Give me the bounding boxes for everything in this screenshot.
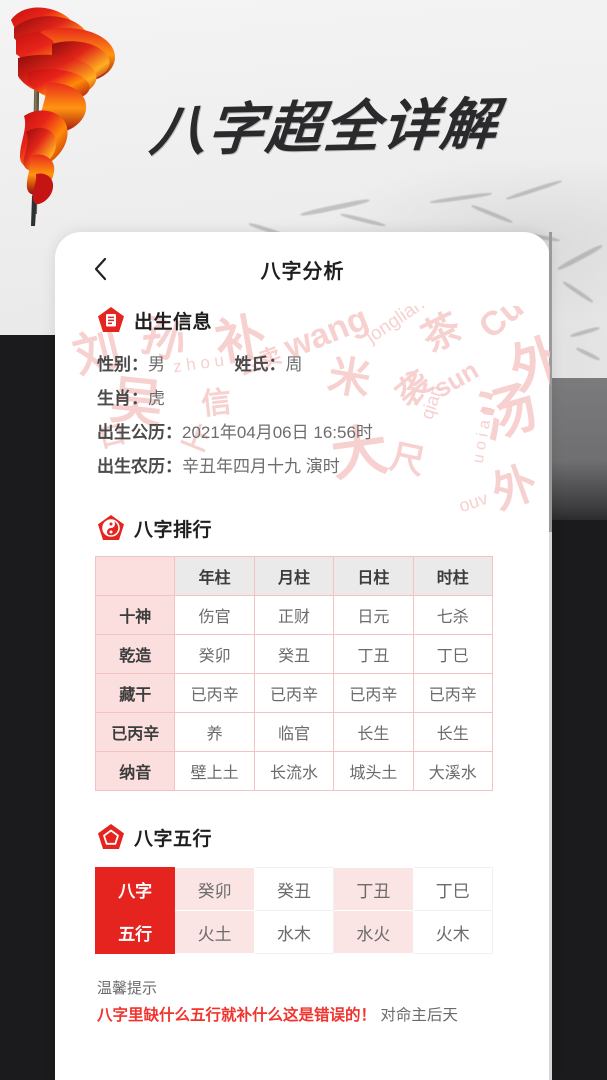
detail-card: 八字分析 刘 孙 补 wang jonglian 茶 Cu 外 z h o u … bbox=[55, 232, 550, 1080]
info-value-solar-date: 2021年04月06日 16:56时 bbox=[182, 423, 373, 442]
table-row-header: 已丙辛 bbox=[94, 712, 176, 752]
section-title: 八字五行 bbox=[134, 828, 213, 850]
info-row: 性别：男 姓氏：周 bbox=[97, 348, 550, 382]
tips-body: 八字里缺什么五行就补什么这是错误的！ 对命主后天 bbox=[97, 1002, 550, 1030]
chevron-left-icon bbox=[94, 257, 106, 281]
table-cell: 七杀 bbox=[412, 595, 494, 635]
table-cell: 长流水 bbox=[253, 751, 335, 791]
table-cell: 伤官 bbox=[174, 595, 255, 635]
info-row: 生肖：虎 bbox=[97, 382, 550, 416]
section-header-birth-info: 出生信息 bbox=[97, 306, 550, 334]
table-cell: 城头土 bbox=[333, 751, 414, 791]
table-cell: 丁丑 bbox=[333, 634, 414, 674]
table-cell: 水火 bbox=[333, 910, 414, 954]
table-cell: 癸卯 bbox=[174, 634, 255, 674]
info-row: 出生农历：辛丑年四月十九 演时 bbox=[97, 450, 550, 484]
table-cell: 大溪水 bbox=[412, 751, 494, 791]
table-row-header: 乾造 bbox=[94, 634, 176, 674]
table-row: 五行 火土 水木 水火 火木 bbox=[94, 910, 494, 954]
document-list-icon bbox=[97, 306, 125, 334]
table-cell: 长生 bbox=[412, 712, 494, 752]
table-col-header: 年柱 bbox=[174, 556, 255, 596]
table-cell: 已丙辛 bbox=[174, 673, 255, 713]
table-header-row: 年柱 月柱 日柱 时柱 bbox=[94, 556, 494, 596]
table-cell: 长生 bbox=[333, 712, 414, 752]
section-header-paipan: 八字排行 bbox=[97, 514, 550, 542]
table-cell: 水木 bbox=[253, 910, 335, 954]
info-label-solar-date: 出生公历： bbox=[97, 423, 182, 442]
table-col-header: 时柱 bbox=[412, 556, 494, 596]
table-cell: 正财 bbox=[253, 595, 335, 635]
info-label-gender: 性别： bbox=[97, 355, 148, 374]
table-row: 十神 伤官 正财 日元 七杀 bbox=[94, 595, 494, 635]
table-row-header: 五行 bbox=[94, 910, 176, 954]
table-cell: 癸卯 bbox=[174, 867, 255, 911]
card-body: 出生信息 性别：男 姓氏：周 生肖：虎 出生公历：2021年04月06日 16:… bbox=[55, 306, 550, 1030]
table-corner-cell bbox=[94, 556, 176, 596]
yinyang-icon bbox=[97, 514, 125, 542]
table-row: 乾造 癸卯 癸丑 丁丑 丁巳 bbox=[94, 634, 494, 674]
table-cell: 火土 bbox=[174, 910, 255, 954]
table-cell: 丁丑 bbox=[333, 867, 414, 911]
table-row: 纳音 壁上土 长流水 城头土 大溪水 bbox=[94, 751, 494, 791]
table-cell: 壁上土 bbox=[174, 751, 255, 791]
table-col-header: 日柱 bbox=[333, 556, 414, 596]
info-label-lunar-date: 出生农历： bbox=[97, 457, 182, 476]
info-value-surname: 周 bbox=[285, 355, 303, 374]
info-value-lunar-date: 辛丑年四月十九 演时 bbox=[182, 457, 340, 476]
navigation-bar: 八字分析 bbox=[55, 232, 550, 306]
info-label-surname: 姓氏： bbox=[234, 355, 286, 374]
table-cell: 丁巳 bbox=[412, 634, 494, 674]
table-cell: 已丙辛 bbox=[253, 673, 335, 713]
table-row: 藏干 已丙辛 已丙辛 已丙辛 已丙辛 bbox=[94, 673, 494, 713]
info-value-gender: 男 bbox=[148, 355, 165, 374]
info-row: 出生公历：2021年04月06日 16:56时 bbox=[97, 416, 550, 450]
table-row-header: 纳音 bbox=[94, 751, 176, 791]
paipan-table-wrap: 年柱 月柱 日柱 时柱 十神 伤官 正财 日元 七杀 乾造 癸卯 癸丑 丁丑 丁… bbox=[94, 556, 550, 791]
info-label-zodiac: 生肖： bbox=[97, 389, 148, 408]
table-cell: 丁巳 bbox=[412, 867, 494, 911]
table-cell: 临官 bbox=[253, 712, 335, 752]
table-row: 已丙辛 养 临官 长生 长生 bbox=[94, 712, 494, 752]
tips-block: 温馨提示 八字里缺什么五行就补什么这是错误的！ 对命主后天 bbox=[97, 976, 550, 1030]
birth-info-block: 性别：男 姓氏：周 生肖：虎 出生公历：2021年04月06日 16:56时 出… bbox=[97, 348, 550, 484]
table-cell: 癸丑 bbox=[253, 867, 335, 911]
paipan-table: 年柱 月柱 日柱 时柱 十神 伤官 正财 日元 七杀 乾造 癸卯 癸丑 丁丑 丁… bbox=[94, 556, 494, 791]
section-title: 八字排行 bbox=[134, 519, 213, 541]
table-cell: 火木 bbox=[412, 910, 494, 954]
back-button[interactable] bbox=[87, 256, 113, 282]
tips-warning-text: 八字里缺什么五行就补什么这是错误的！ bbox=[97, 1007, 377, 1024]
info-value-zodiac: 虎 bbox=[148, 389, 165, 408]
table-cell: 已丙辛 bbox=[412, 673, 494, 713]
table-cell: 日元 bbox=[333, 595, 414, 635]
tips-title: 温馨提示 bbox=[97, 980, 158, 997]
wuxing-table: 八字 癸卯 癸丑 丁丑 丁巳 五行 火土 水木 水火 火木 bbox=[94, 867, 494, 954]
wuxing-table-wrap: 八字 癸卯 癸丑 丁丑 丁巳 五行 火土 水木 水火 火木 bbox=[94, 867, 550, 954]
table-row-header: 藏干 bbox=[94, 673, 176, 713]
table-row-header: 十神 bbox=[94, 595, 176, 635]
table-cell: 养 bbox=[174, 712, 255, 752]
table-row: 八字 癸卯 癸丑 丁丑 丁巳 bbox=[94, 867, 494, 911]
page-headline: 八字超全详解 bbox=[147, 94, 501, 164]
pentagon-outline-icon bbox=[97, 823, 125, 851]
table-cell: 已丙辛 bbox=[333, 673, 414, 713]
page-title: 八字分析 bbox=[260, 260, 345, 283]
table-cell: 癸丑 bbox=[253, 634, 335, 674]
tips-normal-text: 对命主后天 bbox=[376, 1007, 458, 1024]
table-col-header: 月柱 bbox=[253, 556, 335, 596]
section-title: 出生信息 bbox=[134, 311, 213, 333]
section-header-wuxing: 八字五行 bbox=[97, 823, 550, 851]
table-row-header: 八字 bbox=[94, 867, 176, 911]
